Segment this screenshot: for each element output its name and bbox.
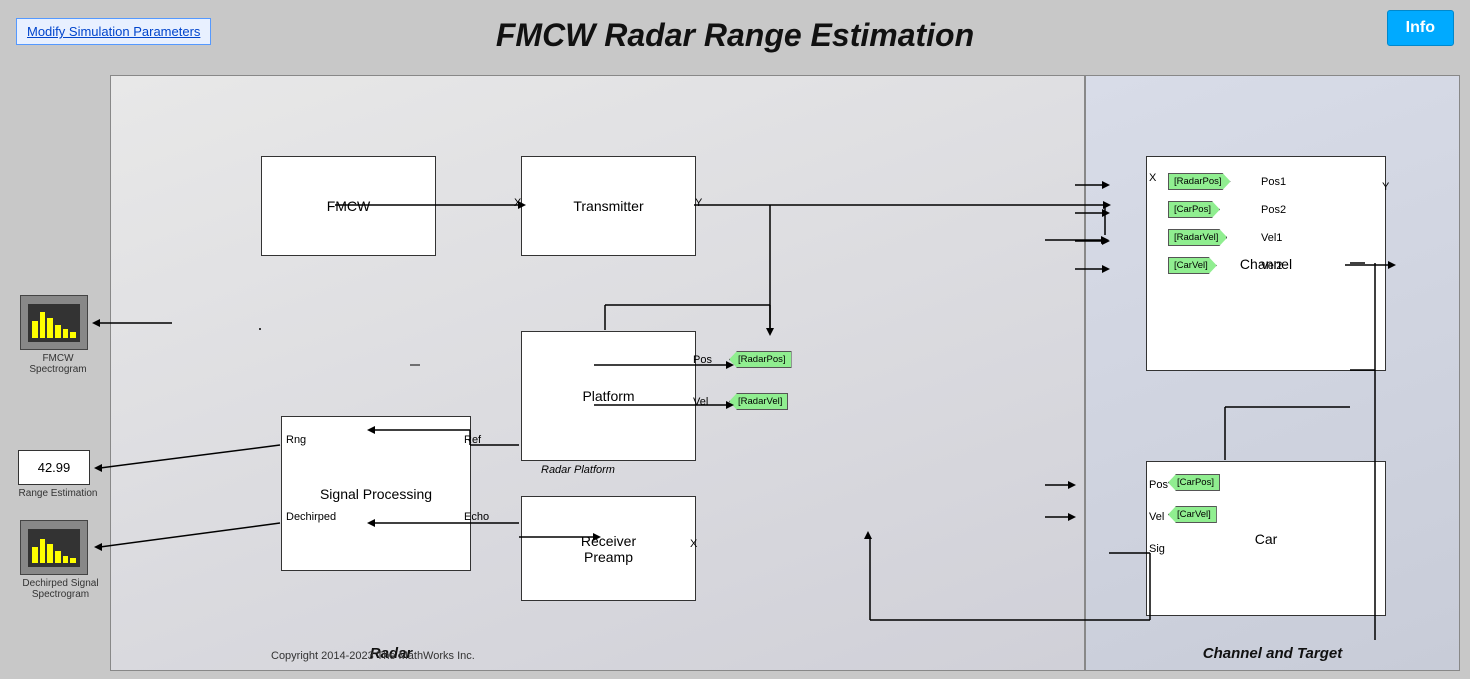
car-vel-port: Vel <box>1149 511 1164 523</box>
signal-processing-label: Signal Processing <box>320 486 432 502</box>
left-sidebar: FMCW Spectrogram 42.99 Range Estimation … <box>10 75 110 671</box>
car-label: Car <box>1255 531 1278 547</box>
fmcw-spectrogram-block[interactable] <box>20 295 88 350</box>
modify-simulation-button[interactable]: Modify Simulation Parameters <box>16 18 211 45</box>
radar-vel-channel-label: [RadarVel] <box>1174 232 1218 243</box>
channel-pos2-port: Pos2 <box>1261 204 1286 216</box>
radar-pos-channel-label: [RadarPos] <box>1174 176 1222 187</box>
dechirped-spectrogram-block[interactable] <box>20 520 88 575</box>
transmitter-block[interactable]: Transmitter <box>521 156 696 256</box>
sp-rng-port: Rng <box>286 434 306 446</box>
channel-vel2-port: Vel2 <box>1261 260 1282 272</box>
car-vel-out-label: [CarVel] <box>1177 509 1211 520</box>
receiver-x-port: X <box>690 538 697 550</box>
platform-vel-port: Vel <box>693 396 708 408</box>
radar-vel-tag-out[interactable]: [RadarVel] <box>729 393 788 410</box>
range-estimation-display[interactable]: 42.99 <box>18 450 90 485</box>
header: Modify Simulation Parameters FMCW Radar … <box>0 0 1470 70</box>
fmcw-block[interactable]: FMCW <box>261 156 436 256</box>
radar-vel-tag-label: [RadarVel] <box>738 396 782 407</box>
transmitter-y-port: Y <box>695 197 702 209</box>
radar-pos-channel-tag[interactable]: [RadarPos] <box>1168 173 1231 190</box>
diagram-container: FMCW Spectrogram 42.99 Range Estimation … <box>10 75 1460 671</box>
car-pos-channel-tag[interactable]: [CarPos] <box>1168 201 1220 218</box>
sp-dechirped-port: Dechirped <box>286 511 336 523</box>
fmcw-spectrogram-label: FMCW Spectrogram <box>13 353 103 375</box>
transmitter-label: Transmitter <box>573 198 643 214</box>
range-estimation-label: Range Estimation <box>13 488 103 499</box>
car-pos-port: Pos <box>1149 479 1168 491</box>
radar-platform-label: Radar Platform <box>541 464 615 476</box>
car-vel-channel-tag[interactable]: [CarVel] <box>1168 257 1217 274</box>
radar-subsystem: FMCW Transmitter X Y Platform Pos Vel Ra… <box>110 75 1085 671</box>
platform-pos-port: Pos <box>693 354 712 366</box>
dechirped-spectrogram-label: Dechirped Signal Spectrogram <box>13 578 108 600</box>
sp-echo-port: Echo <box>464 511 489 523</box>
car-pos-out-tag[interactable]: [CarPos] <box>1168 474 1220 491</box>
copyright-text: Copyright 2014-2023 The MathWorks Inc. <box>271 650 475 662</box>
receiver-preamp-block[interactable]: Receiver Preamp <box>521 496 696 601</box>
info-button[interactable]: Info <box>1387 10 1454 46</box>
channel-pos1-port: Pos1 <box>1261 176 1286 188</box>
channel-vel1-port: Vel1 <box>1261 232 1282 244</box>
channel-subsystem: Channel X Y Pos1 Pos2 Vel1 Vel2 [RadarPo… <box>1085 75 1460 671</box>
page-title: FMCW Radar Range Estimation <box>496 17 974 54</box>
signal-processing-block[interactable]: Signal Processing <box>281 416 471 571</box>
radar-pos-tag-label: [RadarPos] <box>738 354 786 365</box>
range-value: 42.99 <box>38 460 71 475</box>
platform-label: Platform <box>582 388 634 404</box>
car-vel-out-tag[interactable]: [CarVel] <box>1168 506 1217 523</box>
fmcw-label: FMCW <box>327 198 371 214</box>
sp-ref-port: Ref <box>464 434 481 446</box>
platform-block[interactable]: Platform <box>521 331 696 461</box>
receiver-preamp-label: Receiver Preamp <box>581 533 636 565</box>
radar-pos-tag-out[interactable]: [RadarPos] <box>729 351 792 368</box>
transmitter-x-port: X <box>514 197 521 209</box>
car-vel-channel-label: [CarVel] <box>1174 260 1208 271</box>
channel-y-port: Y <box>1382 181 1389 193</box>
radar-vel-channel-tag[interactable]: [RadarVel] <box>1168 229 1227 246</box>
channel-x-port: X <box>1149 172 1156 184</box>
car-pos-channel-label: [CarPos] <box>1174 204 1211 215</box>
channel-subsystem-label: Channel and Target <box>1203 645 1342 662</box>
car-sig-port: Sig <box>1149 543 1165 555</box>
